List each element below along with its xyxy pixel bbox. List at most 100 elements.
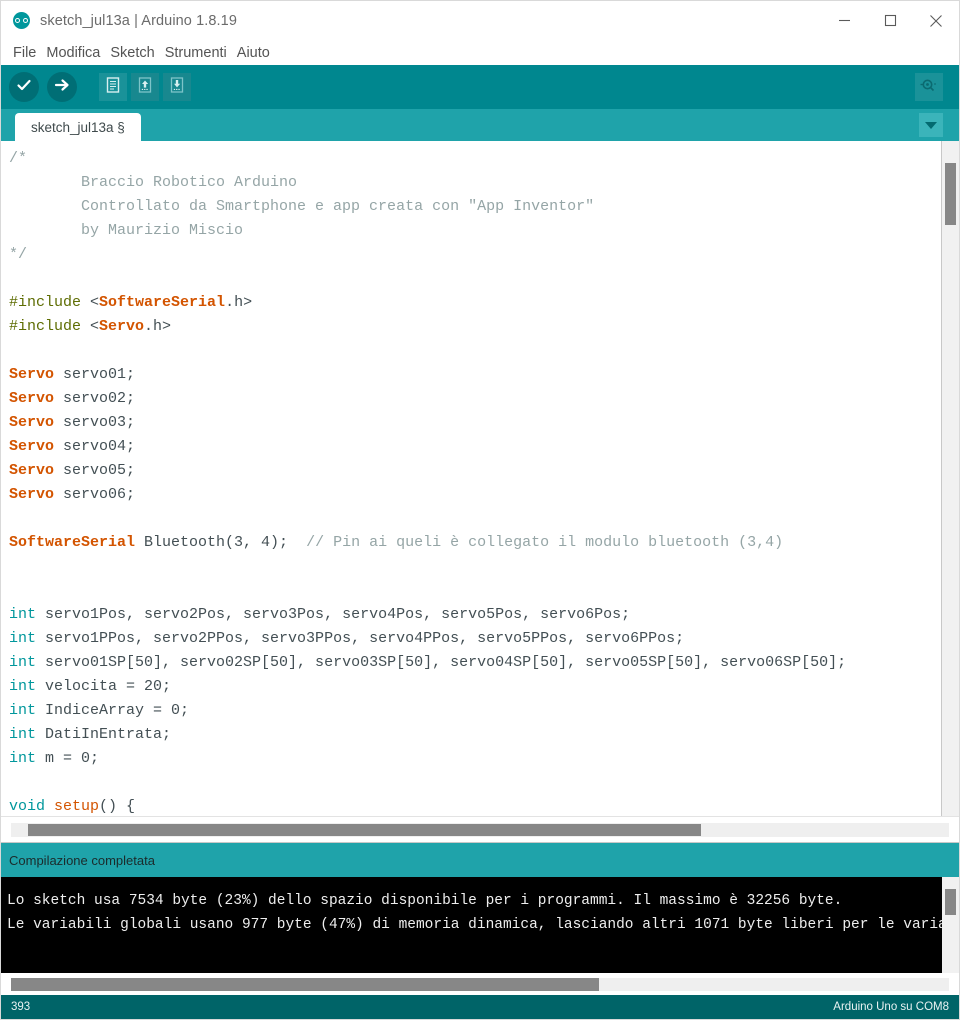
code-token: servo01; (54, 366, 135, 383)
check-circle-icon (15, 76, 33, 99)
code-line: Braccio Robotico Arduino (9, 171, 941, 195)
code-token: Servo (99, 318, 144, 335)
source-code: /* Braccio Robotico Arduino Controllato … (9, 147, 941, 816)
code-token: Servo (9, 486, 54, 503)
code-token: setup (54, 798, 99, 815)
console-status-bar: Compilazione completata (1, 843, 959, 877)
code-line (9, 771, 941, 795)
verify-button[interactable] (9, 72, 39, 102)
window-title: sketch_jul13a | Arduino 1.8.19 (40, 13, 237, 29)
tab-menu-button[interactable] (919, 113, 943, 137)
code-line: Servo servo03; (9, 411, 941, 435)
code-line: */ (9, 243, 941, 267)
new-button[interactable] (99, 73, 127, 101)
code-line (9, 267, 941, 291)
code-token: by Maurizio Miscio (9, 222, 243, 239)
minimize-button[interactable] (821, 1, 867, 40)
code-token: int (9, 654, 36, 671)
serial-monitor-button[interactable] (915, 73, 943, 101)
code-token: Servo (9, 462, 54, 479)
console-horizontal-scroll-thumb[interactable] (11, 978, 599, 991)
code-token: Servo (9, 366, 54, 383)
code-token: < (90, 318, 99, 335)
tab-bar: sketch_jul13a § (1, 109, 959, 141)
code-text-area[interactable]: /* Braccio Robotico Arduino Controllato … (1, 141, 941, 816)
arduino-ide-window: sketch_jul13a | Arduino 1.8.19 File Modi… (0, 0, 960, 1020)
code-line: #include <Servo.h> (9, 315, 941, 339)
code-line (9, 507, 941, 531)
window-controls (821, 1, 959, 40)
console-vertical-scroll-thumb[interactable] (945, 889, 956, 915)
code-line: void setup() { (9, 795, 941, 816)
code-token: servo01SP[50], servo02SP[50], servo03SP[… (36, 654, 846, 671)
code-line: SoftwareSerial Bluetooth(3, 4); // Pin a… (9, 531, 941, 555)
arduino-logo-icon (13, 12, 30, 29)
code-token: servo05; (54, 462, 135, 479)
console-vertical-scrollbar[interactable] (942, 877, 959, 973)
code-line: int m = 0; (9, 747, 941, 771)
code-token: SoftwareSerial (9, 534, 135, 551)
upload-button[interactable] (47, 72, 77, 102)
code-token: m = 0; (36, 750, 99, 767)
console-output: Lo sketch usa 7534 byte (23%) dello spaz… (1, 877, 959, 973)
console-line: Le variabili globali usano 977 byte (47%… (7, 913, 942, 937)
tab-label: sketch_jul13a § (31, 120, 125, 135)
code-line (9, 579, 941, 603)
code-line: int velocita = 20; (9, 675, 941, 699)
chevron-down-icon (925, 122, 937, 129)
code-token: servo04; (54, 438, 135, 455)
code-token (45, 798, 54, 815)
code-token: */ (9, 246, 27, 263)
menu-item-strumenti[interactable]: Strumenti (160, 45, 232, 61)
code-token: () { (99, 798, 135, 815)
code-token: servo1PPos, servo2PPos, servo3PPos, serv… (36, 630, 684, 647)
code-token: servo03; (54, 414, 135, 431)
title-bar: sketch_jul13a | Arduino 1.8.19 (1, 1, 959, 40)
code-token: IndiceArray = 0; (36, 702, 189, 719)
menu-item-file[interactable]: File (8, 45, 41, 61)
editor-horizontal-scrollbar[interactable] (11, 823, 949, 837)
editor-horizontal-scroll-thumb[interactable] (28, 824, 701, 836)
code-token: int (9, 750, 36, 767)
code-token: .h> (144, 318, 171, 335)
arrow-right-circle-icon (53, 76, 71, 99)
open-button[interactable] (131, 73, 159, 101)
status-bar: 393 Arduino Uno su COM8 (1, 995, 959, 1019)
code-token: Bluetooth(3, 4); (135, 534, 306, 551)
code-line: #include <SoftwareSerial.h> (9, 291, 941, 315)
code-line: Servo servo02; (9, 387, 941, 411)
editor-vertical-scrollbar[interactable] (941, 141, 959, 816)
code-token: Servo (9, 414, 54, 431)
console-status-message: Compilazione completata (9, 853, 155, 868)
menu-item-aiuto[interactable]: Aiuto (232, 45, 275, 61)
close-button[interactable] (913, 1, 959, 40)
line-number-indicator: 393 (11, 1001, 30, 1013)
code-token: int (9, 678, 36, 695)
code-line (9, 555, 941, 579)
code-line: /* (9, 147, 941, 171)
editor-vertical-scroll-thumb[interactable] (945, 163, 956, 225)
menu-item-modifica[interactable]: Modifica (41, 45, 105, 61)
code-token: servo06; (54, 486, 135, 503)
menu-item-sketch[interactable]: Sketch (105, 45, 159, 61)
menu-bar: File Modifica Sketch Strumenti Aiuto (1, 40, 959, 65)
code-token: Servo (9, 438, 54, 455)
maximize-button[interactable] (867, 1, 913, 40)
save-button[interactable] (163, 73, 191, 101)
code-token: velocita = 20; (36, 678, 171, 695)
code-token: Braccio Robotico Arduino (9, 174, 297, 191)
console-horizontal-scrollbar[interactable] (11, 978, 949, 991)
console-output-text[interactable]: Lo sketch usa 7534 byte (23%) dello spaz… (1, 877, 942, 973)
board-port-indicator: Arduino Uno su COM8 (833, 1001, 949, 1013)
code-token: #include (9, 318, 90, 335)
arrow-up-icon (136, 76, 154, 99)
new-document-icon (104, 76, 122, 99)
code-token: #include (9, 294, 90, 311)
code-line: int DatiInEntrata; (9, 723, 941, 747)
magnifier-icon (919, 76, 939, 99)
code-line: int servo1Pos, servo2Pos, servo3Pos, ser… (9, 603, 941, 627)
arrow-down-icon (168, 76, 186, 99)
code-line: Servo servo05; (9, 459, 941, 483)
tab-sketch-jul13a[interactable]: sketch_jul13a § (15, 113, 141, 141)
code-token: int (9, 606, 36, 623)
